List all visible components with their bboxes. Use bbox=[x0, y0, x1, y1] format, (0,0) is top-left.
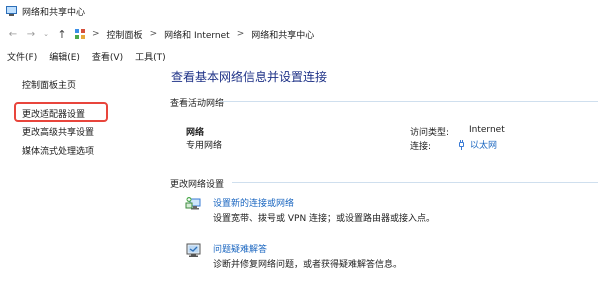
menu-view[interactable]: 查看(V) bbox=[92, 50, 123, 63]
sidebar-item-advanced-sharing[interactable]: 更改高级共享设置 bbox=[22, 125, 94, 138]
divider bbox=[220, 101, 598, 102]
menu-tools[interactable]: 工具(T) bbox=[135, 50, 166, 63]
troubleshoot-icon bbox=[186, 243, 201, 257]
arrow-left-icon[interactable]: ← bbox=[6, 27, 20, 41]
breadcrumb-separator[interactable]: > bbox=[150, 29, 158, 39]
title-bar: 网络和共享中心 bbox=[0, 0, 600, 22]
breadcrumb-network-internet[interactable]: 网络和 Internet bbox=[164, 28, 230, 41]
chevron-down-icon[interactable]: ⌄ bbox=[39, 27, 53, 41]
arrow-right-icon[interactable]: → bbox=[24, 27, 38, 41]
ethernet-icon bbox=[458, 139, 465, 150]
sidebar-item-media-streaming[interactable]: 媒体流式处理选项 bbox=[22, 144, 94, 157]
network-category[interactable]: 专用网络 bbox=[186, 138, 222, 151]
connections-label: 连接: bbox=[410, 142, 432, 152]
page-title: 查看基本网络信息并设置连接 bbox=[171, 70, 328, 84]
ethernet-connection-link[interactable]: 以太网 bbox=[458, 138, 497, 151]
setup-connection-description: 设置宽带、拨号或 VPN 连接；或设置路由器或接入点。 bbox=[213, 214, 436, 224]
breadcrumb-separator[interactable]: > bbox=[92, 29, 100, 39]
active-networks-heading: 查看活动网络 bbox=[170, 99, 225, 109]
sidebar-item-change-adapter-settings[interactable]: 更改适配器设置 bbox=[22, 107, 85, 120]
access-type-value: Internet bbox=[469, 125, 505, 135]
change-settings-heading: 更改网络设置 bbox=[170, 180, 225, 190]
main-content: 查看基本网络信息并设置连接 查看活动网络 网络 专用网络 访问类型: Inter… bbox=[158, 66, 600, 294]
sidebar-item-control-panel-home[interactable]: 控制面板主页 bbox=[22, 78, 76, 91]
setup-connection-link[interactable]: 设置新的连接或网络 bbox=[213, 196, 294, 209]
sidebar: 控制面板主页 更改适配器设置 更改高级共享设置 媒体流式处理选项 bbox=[0, 66, 158, 294]
control-panel-icon bbox=[75, 28, 86, 40]
menu-file[interactable]: 文件(F) bbox=[7, 50, 37, 63]
network-monitor-icon bbox=[5, 5, 18, 17]
troubleshoot-link[interactable]: 问题疑难解答 bbox=[213, 242, 267, 255]
troubleshoot-description: 诊断并修复网络问题，或者获得疑难解答信息。 bbox=[213, 260, 403, 270]
network-name: 网络 bbox=[186, 128, 205, 138]
breadcrumb-control-panel[interactable]: 控制面板 bbox=[107, 28, 143, 41]
menu-bar: 文件(F) 编辑(E) 查看(V) 工具(T) bbox=[0, 46, 600, 66]
breadcrumb-network-sharing-center[interactable]: 网络和共享中心 bbox=[251, 28, 314, 41]
window-title: 网络和共享中心 bbox=[22, 7, 86, 18]
address-row: ← → ⌄ ↑ > 控制面板 > 网络和 Internet > 网络和共享中心 bbox=[0, 22, 600, 46]
address-bar[interactable]: > 控制面板 > 网络和 Internet > 网络和共享中心 bbox=[75, 24, 594, 44]
breadcrumb-separator[interactable]: > bbox=[237, 29, 245, 39]
arrow-up-icon[interactable]: ↑ bbox=[55, 27, 69, 41]
new-connection-icon bbox=[185, 197, 201, 210]
connection-name[interactable]: 以太网 bbox=[470, 138, 497, 151]
divider bbox=[232, 182, 598, 183]
access-type-label: 访问类型: bbox=[410, 128, 450, 138]
menu-edit[interactable]: 编辑(E) bbox=[49, 50, 80, 63]
